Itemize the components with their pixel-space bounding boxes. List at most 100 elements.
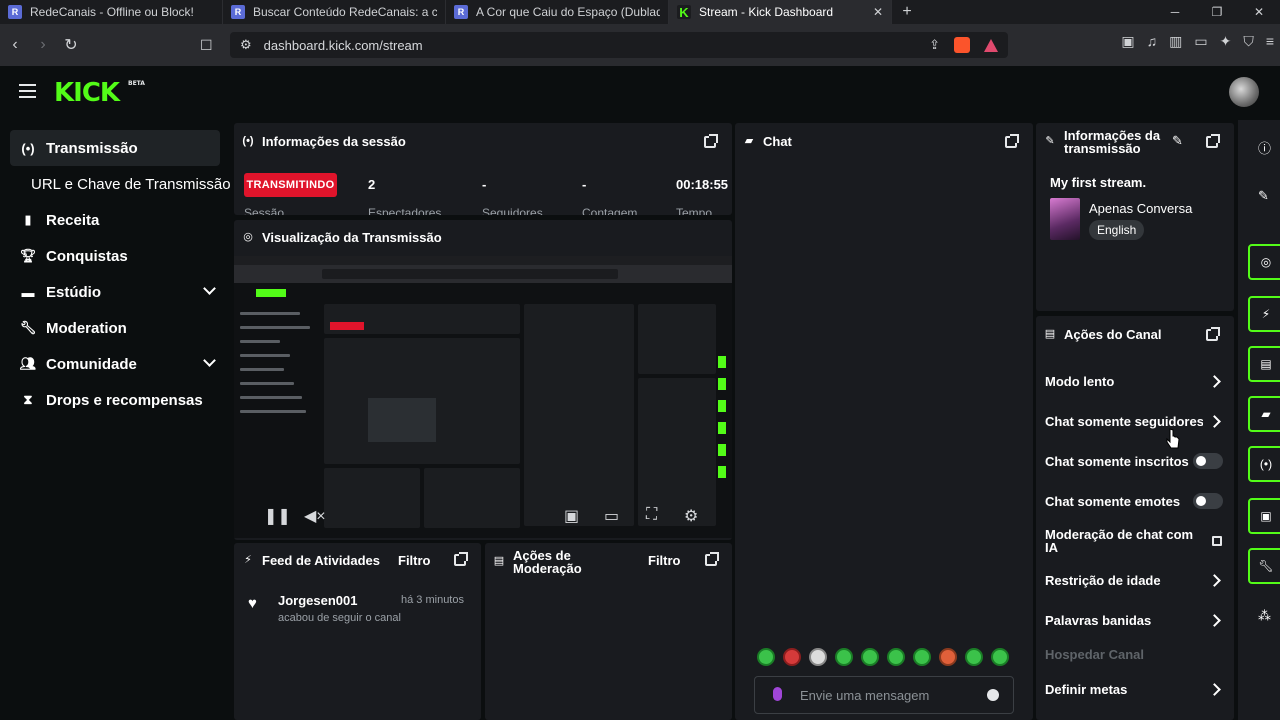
- sidebar-item-estudio[interactable]: ▬ Estúdio: [10, 274, 220, 310]
- sidebar-item-url-chave[interactable]: URL e Chave de Transmissão: [10, 166, 232, 202]
- sidebar-item-transmissao[interactable]: (•) Transmissão: [10, 130, 220, 166]
- browser-tab[interactable]: R RedeCanais - Offline ou Block!: [0, 0, 223, 24]
- emote-icon[interactable]: [809, 648, 827, 666]
- emote-icon[interactable]: [861, 648, 879, 666]
- emote-icon[interactable]: [757, 648, 775, 666]
- music-icon[interactable]: ♫: [1147, 33, 1158, 50]
- action-moderacao-ia[interactable]: Moderação de chat com IA: [1045, 528, 1205, 554]
- action-palavras-banidas[interactable]: Palavras banidas: [1045, 613, 1151, 628]
- pip-icon[interactable]: ▣: [564, 506, 579, 526]
- rail-document-icon[interactable]: ▤: [1248, 346, 1280, 382]
- settings-gear-icon[interactable]: ⚙: [684, 506, 698, 526]
- edit-pencil-icon[interactable]: ✎: [1172, 133, 1183, 149]
- site-info-icon[interactable]: ⚙: [240, 37, 252, 53]
- leo-icon[interactable]: ✦: [1220, 33, 1232, 50]
- hamburger-menu-icon[interactable]: [19, 84, 36, 98]
- activity-user[interactable]: Jorgesen001: [278, 593, 358, 608]
- pause-icon[interactable]: ❚❚: [264, 506, 291, 526]
- action-modo-lento[interactable]: Modo lento: [1045, 374, 1114, 389]
- forward-icon[interactable]: ›: [30, 32, 56, 58]
- mute-icon[interactable]: ◀×: [304, 506, 326, 526]
- activity-time: há 3 minutos: [401, 594, 464, 606]
- category-thumbnail[interactable]: [1050, 198, 1080, 240]
- tab-title: Stream - Kick Dashboard: [699, 5, 834, 19]
- share-nodes-icon[interactable]: ⁂: [1258, 608, 1271, 624]
- popout-icon[interactable]: [704, 134, 718, 148]
- popout-icon[interactable]: [1206, 327, 1220, 341]
- rail-camera-icon[interactable]: ◎: [1248, 244, 1280, 280]
- emote-icon[interactable]: [939, 648, 957, 666]
- info-icon[interactable]: ⓘ: [1258, 138, 1271, 157]
- close-window-icon[interactable]: ✕: [1238, 0, 1280, 24]
- theater-icon[interactable]: ▭: [604, 506, 619, 526]
- broadcast-icon: (•): [242, 135, 254, 147]
- sidebar-item-comunidade[interactable]: 👥︎ Comunidade: [10, 346, 220, 382]
- stream-preview-title: ◎ Visualização da Transmissão: [243, 230, 442, 245]
- browser-tab[interactable]: R A Cor que Caiu do Espaço (Dublado): [446, 0, 669, 24]
- toggle-chat-emotes[interactable]: [1193, 493, 1223, 509]
- rail-studio-icon[interactable]: ▣: [1248, 498, 1280, 534]
- chat-placeholder: Envie uma mensagem: [800, 688, 930, 703]
- vpn-icon[interactable]: ⛉: [1243, 33, 1254, 50]
- brave-shield-icon[interactable]: [954, 37, 970, 53]
- action-chat-seguidores[interactable]: Chat somente seguidores: [1045, 414, 1203, 429]
- menu-icon[interactable]: ≡: [1266, 33, 1274, 50]
- emote-icon[interactable]: [783, 648, 801, 666]
- emote-icon[interactable]: [835, 648, 853, 666]
- brave-rewards-icon[interactable]: [984, 38, 998, 52]
- emote-icon[interactable]: [965, 648, 983, 666]
- browser-tab-active[interactable]: K Stream - Kick Dashboard ✕: [669, 0, 892, 24]
- toggle-chat-inscritos[interactable]: [1193, 453, 1223, 469]
- viewers-label: Espectadores: [368, 206, 442, 215]
- reload-icon[interactable]: ↻: [58, 32, 84, 58]
- sidebar-item-moderation[interactable]: 🔧︎ Moderation: [10, 310, 220, 346]
- chat-message-input[interactable]: Envie uma mensagem: [754, 676, 1014, 714]
- popout-icon[interactable]: [705, 552, 719, 566]
- minimize-icon[interactable]: ─: [1154, 0, 1196, 24]
- kick-logo[interactable]: KICK BETA: [54, 78, 145, 108]
- action-definir-metas[interactable]: Definir metas: [1045, 682, 1127, 697]
- followers-label: Seguidores: [482, 206, 543, 215]
- microphone-icon[interactable]: [773, 687, 782, 701]
- preview-rail-btn: [718, 400, 726, 412]
- emoji-icon[interactable]: [987, 689, 999, 701]
- stream-preview-video[interactable]: ❚❚ ◀× ▣ ▭ ⛶ ⚙: [234, 256, 732, 538]
- back-icon[interactable]: ‹: [2, 32, 28, 58]
- sidebar-item-receita[interactable]: ▮ Receita: [10, 202, 220, 238]
- wallet-icon[interactable]: ▭: [1194, 33, 1207, 50]
- chevron-down-icon[interactable]: [203, 282, 216, 295]
- browser-tab[interactable]: R Buscar Conteúdo RedeCanais: a cor c: [223, 0, 446, 24]
- chevron-down-icon[interactable]: [203, 354, 216, 367]
- fullscreen-icon[interactable]: ⛶: [646, 506, 657, 524]
- emote-icon[interactable]: [913, 648, 931, 666]
- restore-icon[interactable]: ❐: [1196, 0, 1238, 24]
- moderation-filter-button[interactable]: Filtro: [648, 553, 681, 568]
- cast-icon[interactable]: ▣: [1121, 33, 1134, 50]
- emote-icon[interactable]: [887, 648, 905, 666]
- share-icon[interactable]: ⇪: [929, 37, 940, 53]
- user-avatar[interactable]: [1229, 77, 1259, 107]
- action-restricao-idade[interactable]: Restrição de idade: [1045, 573, 1161, 588]
- sidebar-toggle-icon[interactable]: ▥: [1169, 33, 1182, 50]
- sidebar-item-drops[interactable]: ⧗ Drops e recompensas: [10, 382, 220, 418]
- edit-icon[interactable]: ✎: [1258, 188, 1269, 204]
- popout-icon[interactable]: [1005, 134, 1019, 148]
- address-bar[interactable]: ⚙ dashboard.kick.com/stream ⇪: [230, 32, 1008, 58]
- rail-wrench-icon[interactable]: 🔧︎: [1248, 548, 1280, 584]
- emote-icon[interactable]: [991, 648, 1009, 666]
- rail-lightning-icon[interactable]: ⚡︎: [1248, 296, 1280, 332]
- popout-icon[interactable]: [1206, 134, 1220, 148]
- activity-filter-button[interactable]: Filtro: [398, 553, 431, 568]
- category-name[interactable]: Apenas Conversa: [1089, 201, 1192, 216]
- popout-icon[interactable]: [454, 552, 468, 566]
- close-tab-icon[interactable]: ✕: [873, 5, 883, 19]
- action-hospedar-canal: Hospedar Canal: [1045, 647, 1144, 662]
- preview-chat-box: [524, 304, 634, 526]
- bookmark-icon[interactable]: ☐: [200, 37, 213, 54]
- sidebar-item-conquistas[interactable]: 🏆︎ Conquistas: [10, 238, 220, 274]
- external-link-icon[interactable]: [1212, 536, 1222, 546]
- broadcast-info-panel: ✎ Informações da transmissão ✎ My first …: [1036, 123, 1234, 311]
- rail-chat-icon[interactable]: ▰: [1248, 396, 1280, 432]
- new-tab-icon[interactable]: +: [892, 0, 922, 24]
- rail-broadcast-icon[interactable]: (•): [1248, 446, 1280, 482]
